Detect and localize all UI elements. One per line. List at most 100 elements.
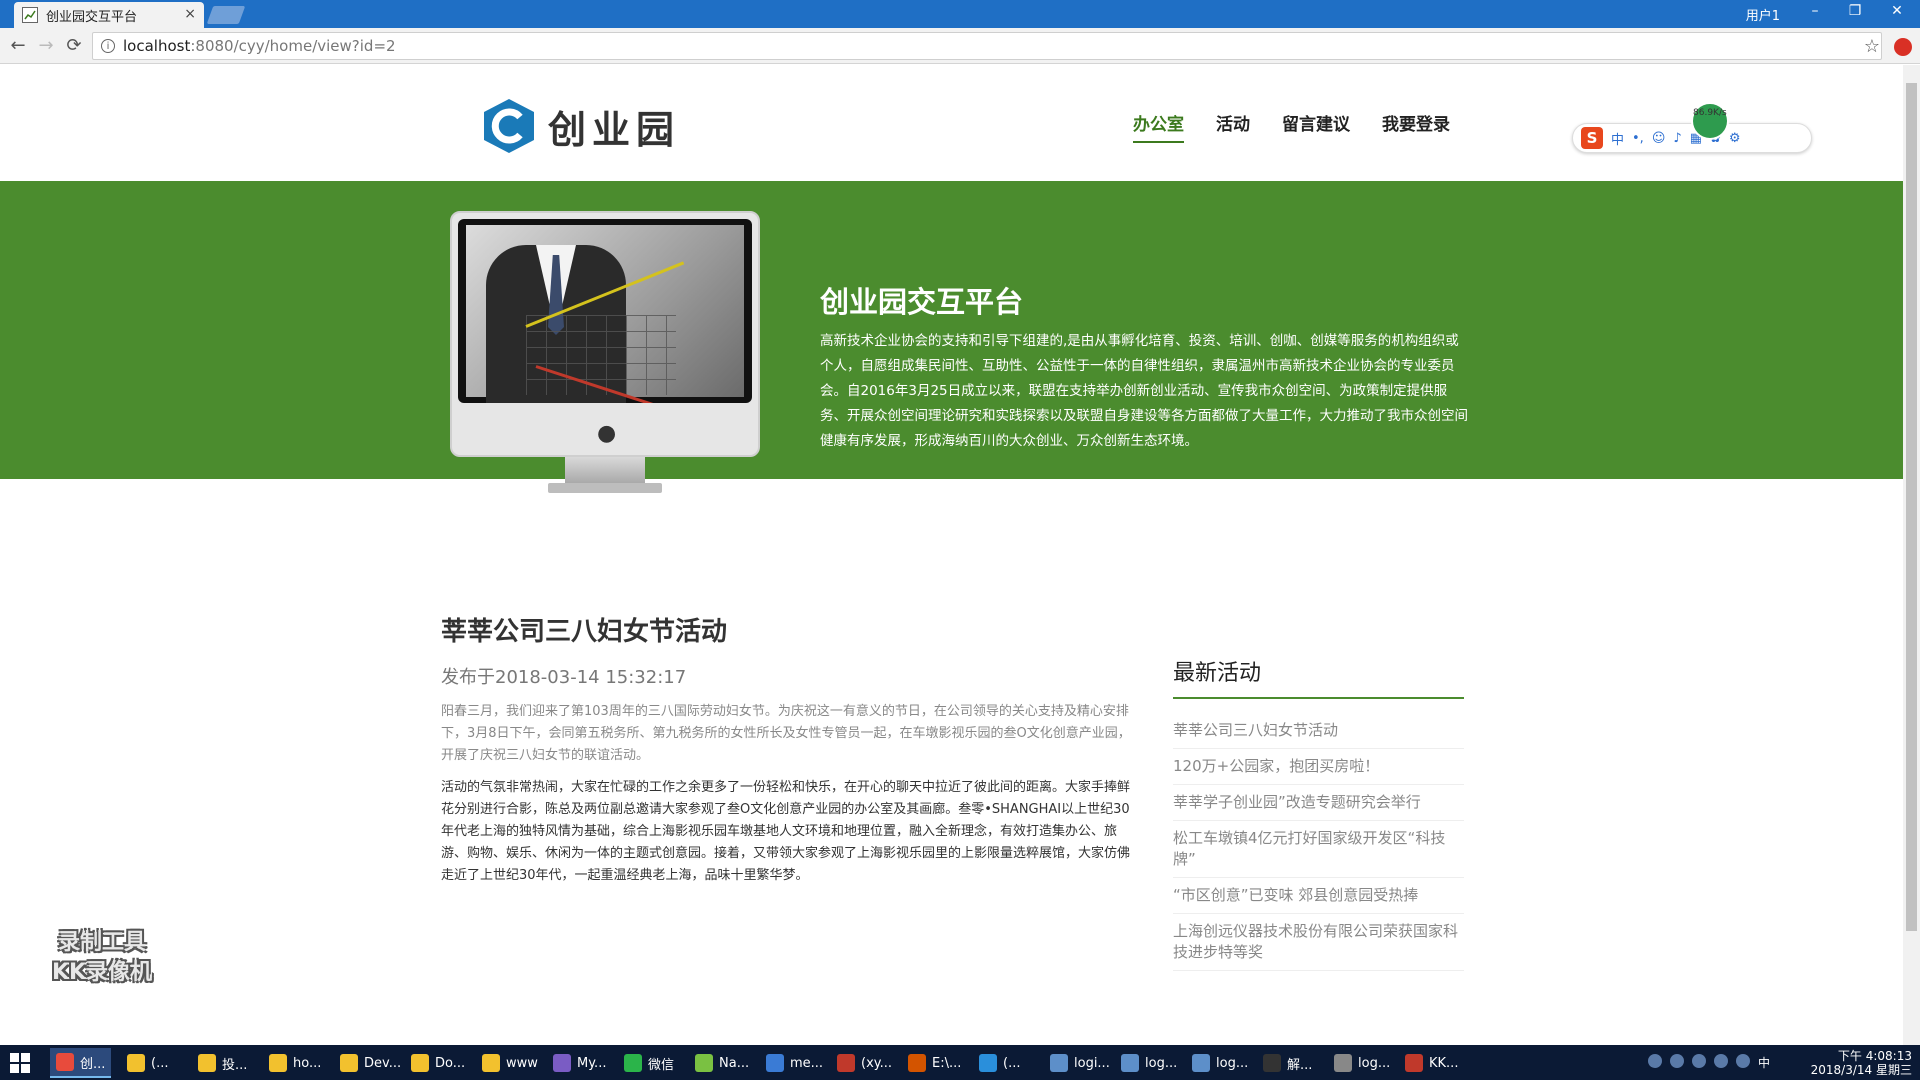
- nav-item-office[interactable]: 办公室: [1133, 110, 1184, 143]
- article-paragraph-2: 活动的气氛非常热闹，大家在忙碌的工作之余更多了一份轻松和快乐，在开心的聊天中拉近…: [441, 780, 1131, 883]
- nav-item-activities[interactable]: 活动: [1216, 110, 1250, 143]
- taskbar-app-label: Dev...: [364, 1055, 402, 1071]
- taskbar-app-icon: [269, 1054, 287, 1072]
- activity-list: 莘莘公司三八妇女节活动 120万+公园家，抱团买房啦！ 莘莘学子创业园”改造专题…: [1173, 713, 1464, 971]
- taskbar-app-icon: [1263, 1054, 1281, 1072]
- taskbar-app-icon: [340, 1054, 358, 1072]
- ime-floating-toolbar[interactable]: 86.9K/s S 中 •, ☺ ♪ ▦ ✿ ⚙: [1572, 102, 1812, 153]
- window-minimize-button[interactable]: –: [1800, 3, 1830, 19]
- site-logo[interactable]: 创业园: [482, 97, 680, 155]
- taskbar-app-button[interactable]: ho...: [263, 1048, 327, 1078]
- taskbar-app-button[interactable]: Do...: [405, 1048, 471, 1078]
- ime-voice-icon[interactable]: ♪: [1673, 131, 1681, 146]
- main-nav: 办公室 活动 留言建议 我要登录: [1133, 110, 1450, 143]
- browser-user-badge[interactable]: 用户1: [1746, 5, 1780, 24]
- taskbar-app-button[interactable]: (xy...: [831, 1048, 898, 1078]
- back-button[interactable]: ←: [6, 35, 30, 56]
- activity-link[interactable]: 120万+公园家，抱团买房啦！: [1173, 749, 1464, 785]
- ime-emoji-icon[interactable]: ☺: [1652, 131, 1666, 146]
- browser-titlebar: 创业园交互平台 × 用户1 – ❐ ✕: [0, 0, 1920, 28]
- nav-item-feedback[interactable]: 留言建议: [1282, 110, 1350, 143]
- tray-volume-icon[interactable]: [1735, 1054, 1750, 1068]
- taskbar-app-button[interactable]: 投...: [192, 1048, 253, 1078]
- start-button[interactable]: [10, 1053, 30, 1073]
- scrollbar-thumb[interactable]: [1906, 83, 1917, 931]
- browser-tab[interactable]: 创业园交互平台 ×: [14, 2, 204, 28]
- logo-hexagon-icon: [482, 97, 536, 155]
- taskbar-app-label: (...: [151, 1055, 169, 1071]
- tray-icon[interactable]: [1647, 1054, 1662, 1068]
- taskbar-app-button[interactable]: (...: [973, 1048, 1026, 1078]
- ime-settings-icon[interactable]: ⚙: [1729, 131, 1741, 146]
- nav-item-login[interactable]: 我要登录: [1382, 110, 1450, 143]
- system-clock[interactable]: 下午 4:08:13 2018/3/14 星期三: [1811, 1049, 1912, 1077]
- tray-ime-indicator[interactable]: 中: [1758, 1054, 1770, 1070]
- network-speed: 86.9K/s: [1693, 108, 1727, 118]
- address-bar[interactable]: i localhost :8080/cyy/home/view?id=2: [92, 32, 1882, 60]
- taskbar-app-button[interactable]: E:\...: [902, 1048, 967, 1078]
- page-viewport: 创业园 办公室 活动 留言建议 我要登录 86.9K/s S 中 •, ☺ ♪ …: [0, 65, 1903, 1050]
- watermark-line-2: KK录像机: [51, 960, 153, 985]
- latest-activities-sidebar: 最新活动 莘莘公司三八妇女节活动 120万+公园家，抱团买房啦！ 莘莘学子创业园…: [1173, 655, 1464, 971]
- ime-punctuation-toggle[interactable]: •,: [1632, 131, 1644, 146]
- activity-link[interactable]: “市区创意”已变味 郊县创意园受热捧: [1173, 878, 1464, 914]
- taskbar-app-button[interactable]: log...: [1186, 1048, 1254, 1078]
- taskbar-app-button[interactable]: 微信: [618, 1048, 680, 1078]
- taskbar-app-label: 解...: [1287, 1057, 1313, 1073]
- taskbar-app-button[interactable]: logi...: [1044, 1048, 1116, 1078]
- taskbar-app-button[interactable]: Na...: [689, 1048, 755, 1078]
- page-favicon-icon: [22, 7, 38, 23]
- tray-icon[interactable]: [1669, 1054, 1684, 1068]
- businessman-chart-photo: [466, 225, 744, 403]
- taskbar-app-button[interactable]: 解...: [1257, 1048, 1318, 1078]
- taskbar-app-label: me...: [790, 1055, 824, 1071]
- page-scrollbar[interactable]: [1903, 65, 1920, 1050]
- sogou-ime-icon[interactable]: S: [1581, 127, 1603, 149]
- taskbar-app-label: 微信: [648, 1057, 675, 1073]
- taskbar-app-icon: [1050, 1054, 1068, 1072]
- tray-icon[interactable]: [1691, 1054, 1706, 1068]
- taskbar-app-button[interactable]: me...: [760, 1048, 829, 1078]
- activity-link[interactable]: 莘莘公司三八妇女节活动: [1173, 713, 1464, 749]
- forward-button[interactable]: →: [34, 35, 58, 56]
- taskbar-app-icon: [1405, 1054, 1423, 1072]
- extension-icon[interactable]: [1894, 38, 1912, 56]
- taskbar-app-label: www: [506, 1055, 538, 1071]
- taskbar-app-button[interactable]: My...: [547, 1048, 612, 1078]
- new-tab-button[interactable]: [206, 6, 246, 24]
- taskbar-app-button[interactable]: 创...: [50, 1048, 112, 1078]
- taskbar-app-icon: [56, 1053, 74, 1071]
- activity-link[interactable]: 上海创远仪器技术股份有限公司荣获国家科技进步特等奖: [1173, 914, 1464, 971]
- taskbar-app-label: 投...: [222, 1057, 248, 1073]
- bookmark-star-icon[interactable]: ☆: [1864, 36, 1880, 57]
- taskbar-app-label: log...: [1358, 1055, 1391, 1071]
- taskbar-app-button[interactable]: KK...: [1399, 1048, 1464, 1078]
- url-path: :8080/cyy/home/view?id=2: [190, 37, 396, 55]
- activity-link[interactable]: 松工车墩镇4亿元打好国家级开发区“科技牌”: [1173, 821, 1464, 878]
- taskbar-app-button[interactable]: www: [476, 1048, 544, 1078]
- site-header: 创业园 办公室 活动 留言建议 我要登录 86.9K/s S 中 •, ☺ ♪ …: [0, 65, 1903, 181]
- article-paragraph-1: 阳春三月，我们迎来了第103周年的三八国际劳动妇女节。为庆祝这一有意义的节日，在…: [441, 704, 1131, 763]
- window-close-button[interactable]: ✕: [1882, 3, 1912, 19]
- reload-button[interactable]: ⟳: [62, 35, 86, 56]
- site-info-icon[interactable]: i: [101, 39, 115, 53]
- tab-close-icon[interactable]: ×: [184, 6, 196, 22]
- activity-link[interactable]: 莘莘学子创业园”改造专题研究会举行: [1173, 785, 1464, 821]
- clock-time: 下午 4:08:13: [1837, 1049, 1912, 1063]
- ime-mode-toggle[interactable]: 中: [1611, 129, 1624, 148]
- taskbar-app-button[interactable]: (...: [121, 1048, 174, 1078]
- window-restore-button[interactable]: ❐: [1840, 3, 1870, 19]
- taskbar-app-label: My...: [577, 1055, 607, 1071]
- tray-icon[interactable]: [1713, 1054, 1728, 1068]
- taskbar-app-icon: [837, 1054, 855, 1072]
- taskbar-app-icon: [1121, 1054, 1139, 1072]
- url-host: localhost: [123, 37, 191, 55]
- watermark-line-1: 录制工具: [57, 930, 146, 955]
- tab-title: 创业园交互平台: [46, 9, 138, 25]
- taskbar-app-icon: [1334, 1054, 1352, 1072]
- taskbar-app-button[interactable]: log...: [1115, 1048, 1183, 1078]
- taskbar-app-label: ho...: [293, 1055, 322, 1071]
- taskbar-app-button[interactable]: log...: [1328, 1048, 1396, 1078]
- apple-logo-icon: ●: [597, 421, 617, 446]
- taskbar-app-button[interactable]: Dev...: [334, 1048, 407, 1078]
